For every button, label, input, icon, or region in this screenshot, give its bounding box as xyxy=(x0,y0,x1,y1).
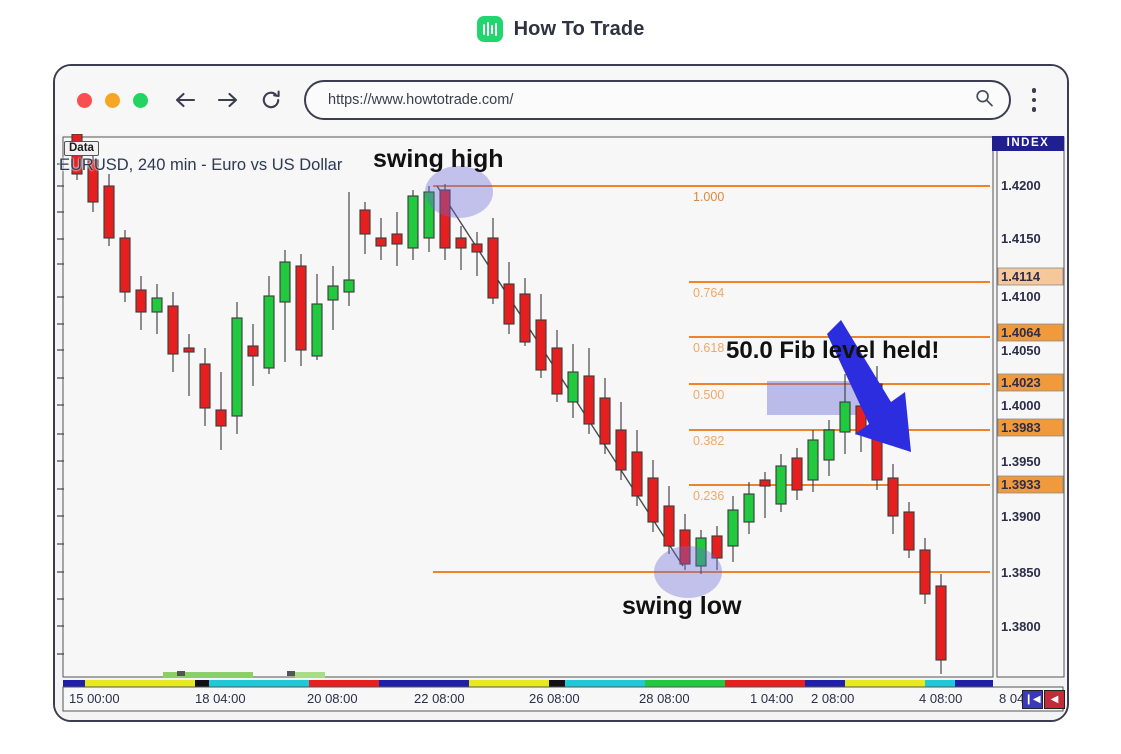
window-controls[interactable] xyxy=(77,92,148,108)
close-window-button[interactable] xyxy=(77,92,92,108)
brand-name: How To Trade xyxy=(513,17,645,40)
url-text[interactable]: https://www.howtotrade.com/ xyxy=(328,92,973,108)
bar-chart-logo-icon xyxy=(476,16,503,42)
arrow-left-icon[interactable] xyxy=(174,91,196,109)
chart-viewport[interactable]: Data EURUSD, 240 min - Euro vs US Dollar… xyxy=(55,134,1066,720)
address-bar[interactable]: https://www.howtotrade.com/ xyxy=(304,80,1011,120)
browser-window: https://www.howtotrade.com/ Data EURUSD,… xyxy=(53,64,1069,722)
reload-icon[interactable] xyxy=(260,89,282,111)
maximize-window-button[interactable] xyxy=(133,92,148,108)
arrow-right-icon[interactable] xyxy=(217,91,239,109)
magnifier-icon[interactable] xyxy=(973,87,995,114)
page-root: How To Trade https://www.howtotrade.com/… xyxy=(0,0,1121,754)
kebab-menu-icon[interactable] xyxy=(1017,88,1051,112)
minimize-window-button[interactable] xyxy=(105,92,120,108)
candlestick-chart xyxy=(55,134,1066,720)
brand-header: How To Trade xyxy=(0,16,1121,42)
chart-svg xyxy=(55,134,1066,720)
navigation-controls xyxy=(174,89,282,111)
swing-high-marker xyxy=(425,166,493,218)
browser-toolbar: https://www.howtotrade.com/ xyxy=(55,66,1067,134)
swing-low-marker xyxy=(654,546,722,598)
index-header: INDEX xyxy=(992,136,1064,151)
